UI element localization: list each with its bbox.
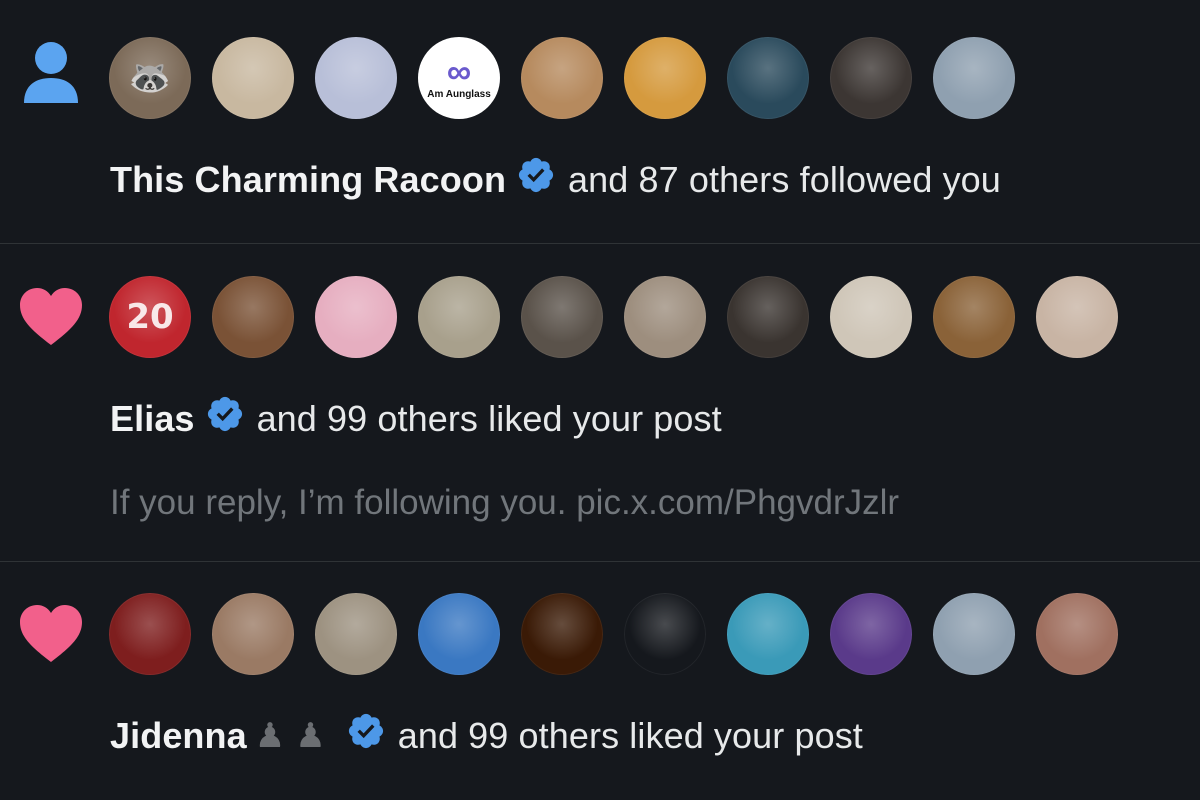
smiling-woman-avatar[interactable]	[1036, 276, 1118, 358]
am-aunglass-logo-avatar[interactable]: ∞ Am Aunglass	[418, 37, 500, 119]
verified-badge-icon	[506, 155, 556, 205]
heart-icon	[16, 282, 86, 352]
infinity-logo-icon: ∞	[446, 52, 472, 91]
football-player-avatar[interactable]: 20	[109, 276, 191, 358]
dark-banner-avatar[interactable]	[830, 37, 912, 119]
chess-pawn-icon: ♟♟	[254, 716, 336, 756]
actor-name[interactable]: Jidenna	[110, 714, 247, 758]
masked-figure-avatar[interactable]	[521, 276, 603, 358]
blue-abstract-avatar[interactable]	[727, 37, 809, 119]
actor-name[interactable]: This Charming Racoon	[110, 158, 506, 202]
skull-hand-avatar[interactable]	[624, 593, 706, 675]
verified-badge-icon	[195, 394, 245, 444]
notification-headline: Elias and 99 others liked your post	[110, 394, 722, 444]
food-avatar[interactable]	[624, 37, 706, 119]
floral-pattern-avatar[interactable]	[830, 276, 912, 358]
avatar-row: 🦝 ∞ Am Aunglass	[109, 37, 1015, 119]
man-cap-avatar[interactable]	[727, 593, 809, 675]
woman-portrait-avatar[interactable]	[212, 593, 294, 675]
logo-label: Am Aunglass	[427, 88, 491, 100]
vr-headset-avatar[interactable]	[830, 593, 912, 675]
man-street-avatar[interactable]	[1036, 593, 1118, 675]
afro-man-avatar[interactable]	[109, 593, 191, 675]
notification-headline: Jidenna ♟♟ and 99 others liked your post	[110, 711, 863, 761]
notification-follow[interactable]: 🦝 ∞ Am Aunglass This Charming Racoon and 8…	[0, 0, 1200, 243]
boy-avatar[interactable]	[933, 276, 1015, 358]
white-fabric-avatar[interactable]	[315, 37, 397, 119]
cartoon-boy-avatar[interactable]	[418, 593, 500, 675]
curly-hair-woman-avatar[interactable]	[212, 276, 294, 358]
man-profile-avatar-2[interactable]	[933, 593, 1015, 675]
verified-badge-icon	[336, 711, 386, 761]
raccoon-avatar[interactable]: 🦝	[109, 37, 191, 119]
person-icon	[16, 38, 86, 108]
avatar-glyph: 20	[126, 297, 174, 337]
notification-like[interactable]: Jidenna ♟♟ and 99 others liked your post	[0, 562, 1200, 800]
man-avatar[interactable]	[521, 37, 603, 119]
robot-avatar[interactable]	[418, 276, 500, 358]
woman-avatar[interactable]	[212, 37, 294, 119]
avatar-row: 20	[109, 276, 1118, 358]
actor-name[interactable]: Elias	[110, 397, 195, 441]
notification-headline: This Charming Racoon and 87 others follo…	[110, 155, 1001, 205]
avatar-glyph: 🦝	[128, 58, 172, 98]
man-profile-avatar[interactable]	[933, 37, 1015, 119]
notification-action-text: and 99 others liked your post	[256, 398, 722, 439]
cartoon-bear-avatar[interactable]	[315, 276, 397, 358]
notification-action-text: and 99 others liked your post	[397, 715, 863, 756]
heart-icon	[16, 599, 86, 669]
notification-like[interactable]: 20 Elias and 99 others liked your post I…	[0, 244, 1200, 561]
man-white-shirt-avatar[interactable]	[624, 276, 706, 358]
post-preview-text[interactable]: If you reply, I’m following you. pic.x.c…	[110, 483, 899, 523]
eclipse-avatar[interactable]	[521, 593, 603, 675]
black-cat-avatar[interactable]	[727, 276, 809, 358]
astronaut-avatar[interactable]	[315, 593, 397, 675]
notification-action-text: and 87 others followed you	[568, 159, 1001, 200]
avatar-row	[109, 593, 1118, 675]
